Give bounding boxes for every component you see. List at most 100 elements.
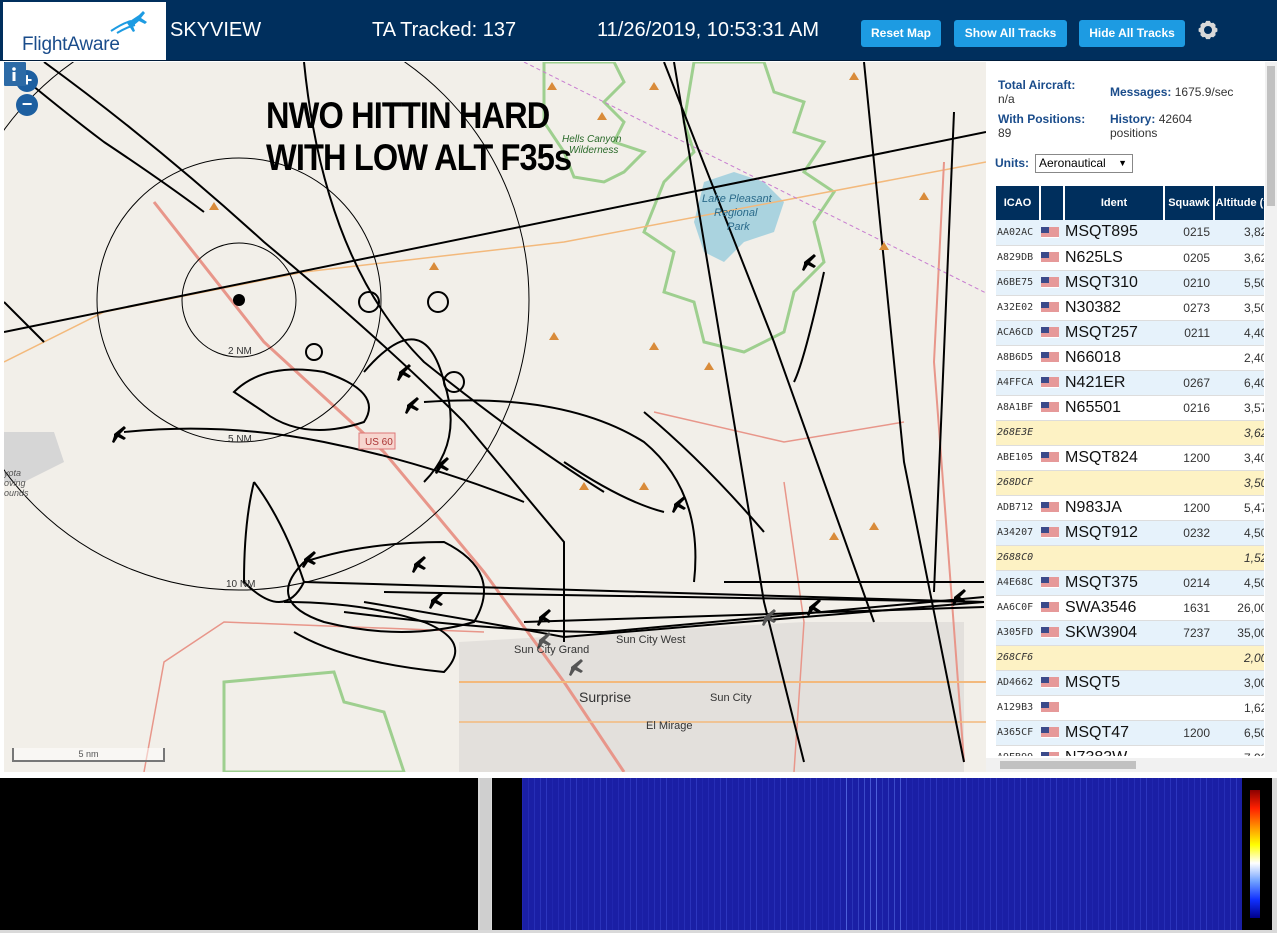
table-row[interactable]: A8A1BF N6550102163,575 [996,395,1264,421]
waterfall-line [834,778,835,930]
gear-icon[interactable] [1196,18,1220,42]
table-row[interactable]: 2688C0 1,525 [996,545,1264,571]
waterfall-line [630,778,631,930]
waterfall-line [726,778,727,930]
col-flag[interactable] [1040,186,1065,220]
units-select[interactable]: Aeronautical ▼ [1035,154,1133,173]
table-row[interactable]: A4FFCA N421ER02676,400 [996,370,1264,396]
table-row[interactable]: AA6C0F SWA3546163126,000 [996,595,1264,621]
cell-ident: N625LS [1064,245,1164,271]
cell-ident: MSQT310 [1064,270,1164,296]
table-row[interactable]: ABE105 MSQT82412003,400 [996,445,1264,471]
cell-squawk: 0273 [1164,295,1214,321]
cell-altitude: 3,500 [1214,295,1264,321]
aircraft-icon [405,397,419,414]
table-row[interactable]: A829DB N625LS02053,625 [996,245,1264,271]
label-coyota: yota [4,468,21,478]
aircraft-table-container[interactable]: ICAO Ident Squawk Altitude (ft) AA02AC MS… [996,186,1264,756]
waterfall-line [1098,778,1099,930]
cell-icao: AD4662 [996,670,1040,696]
table-row[interactable]: A129B3 1,625 [996,695,1264,721]
table-row[interactable]: A365CF MSQT4712006,500 [996,720,1264,746]
reset-map-button[interactable]: Reset Map [861,20,941,47]
waterfall-line [624,778,625,930]
us-flag-icon [1041,301,1059,313]
waterfall-line [1104,778,1105,930]
waterfall-line [864,778,865,930]
cell-flag [1040,745,1064,756]
app-title: SKYVIEW [170,19,262,41]
cell-icao: AA6C0F [996,595,1040,621]
waterfall-line [612,778,613,930]
overlay-caption: NWO HITTIN HARD WITH LOW ALT F35s [266,95,572,179]
col-ident[interactable]: Ident [1064,186,1165,220]
receiver-site [233,294,245,306]
waterfall-line [930,778,931,930]
table-row[interactable]: ACA6CD MSQT25702114,400 [996,320,1264,346]
waterfall-line [660,778,661,930]
overlay-line-1: NWO HITTIN HARD [266,95,550,136]
table-row[interactable]: 268CF6 2,000 [996,645,1264,671]
show-all-tracks-button[interactable]: Show All Tracks [954,20,1067,47]
cell-squawk [1164,545,1214,571]
col-altitude[interactable]: Altitude (ft) [1214,186,1264,220]
waterfall-line [690,778,691,930]
cell-squawk [1164,695,1214,721]
info-icon[interactable] [4,62,24,86]
aircraft-icon [672,496,686,513]
waterfall-line [1068,778,1069,930]
hide-all-tracks-button[interactable]: Hide All Tracks [1079,20,1185,47]
waterfall-line [1002,778,1003,930]
panel-divider[interactable] [480,778,491,930]
aircraft-icon [537,609,551,626]
label-park: Park [727,221,750,233]
table-row[interactable]: A4E68C MSQT37502144,500 [996,570,1264,596]
sidebar-scrollbar-vertical[interactable] [1265,62,1277,758]
map-view[interactable]: Hells Canyon Wilderness Lake Pleasant Re… [4,62,986,772]
zoom-out-button[interactable]: − [16,94,38,116]
waterfall-line [990,778,991,930]
col-squawk[interactable]: Squawk [1164,186,1215,220]
sidebar-scrollbar-horizontal[interactable] [986,758,1277,772]
cell-icao: A32E02 [996,295,1040,321]
table-row[interactable]: A9EB99 N7383W 7,900 [996,745,1264,756]
table-row[interactable]: AA02AC MSQT89502153,825 [996,220,1264,246]
waterfall-line [894,778,895,930]
table-row[interactable]: ADB712 N983JA12005,475 [996,495,1264,521]
aircraft-sidebar: Total Aircraft: n/a Messages: 1675.9/sec… [986,62,1277,772]
us-flag-icon [1041,226,1059,238]
scrollbar-thumb[interactable] [1000,761,1136,769]
table-row[interactable]: A305FD SKW3904723735,000 [996,620,1264,646]
table-row[interactable]: 268E3E 3,625 [996,420,1264,446]
cell-ident [1064,695,1164,721]
cell-icao: AA02AC [996,220,1040,246]
table-row[interactable]: A34207 MSQT91202324,500 [996,520,1264,546]
us-flag-icon [1041,376,1059,388]
us-flag-icon [1041,576,1059,588]
table-row[interactable]: AD4662 MSQT5 3,000 [996,670,1264,696]
messages-stat: Messages: 1675.9/sec [1110,85,1233,99]
cell-squawk: 7237 [1164,620,1214,646]
cell-ident [1064,420,1164,446]
waterfall-line [960,778,961,930]
flightaware-logo[interactable]: FlightAware [3,2,166,60]
messages-label: Messages: [1110,85,1172,99]
table-row[interactable]: A8B6D5 N66018 2,400 [996,345,1264,371]
waterfall-line [720,778,721,930]
scrollbar-thumb[interactable] [1267,66,1275,206]
waterfall-line [654,778,655,930]
table-row[interactable]: A6BE75 MSQT31002105,500 [996,270,1264,296]
cell-ident: N30382 [1064,295,1164,321]
waterfall-line [858,778,859,930]
col-icao[interactable]: ICAO [996,186,1041,220]
cell-flag [1040,545,1064,571]
waterfall-line [870,778,871,930]
track-loop [443,371,465,393]
waterfall-line [1194,778,1195,930]
table-row[interactable]: A32E02 N3038202733,500 [996,295,1264,321]
table-row[interactable]: 268DCF 3,500 [996,470,1264,496]
cell-flag [1040,495,1064,521]
history-stat: History: 42604 positions [1110,112,1192,140]
track-loop [427,291,449,313]
waterfall-line [978,778,979,930]
